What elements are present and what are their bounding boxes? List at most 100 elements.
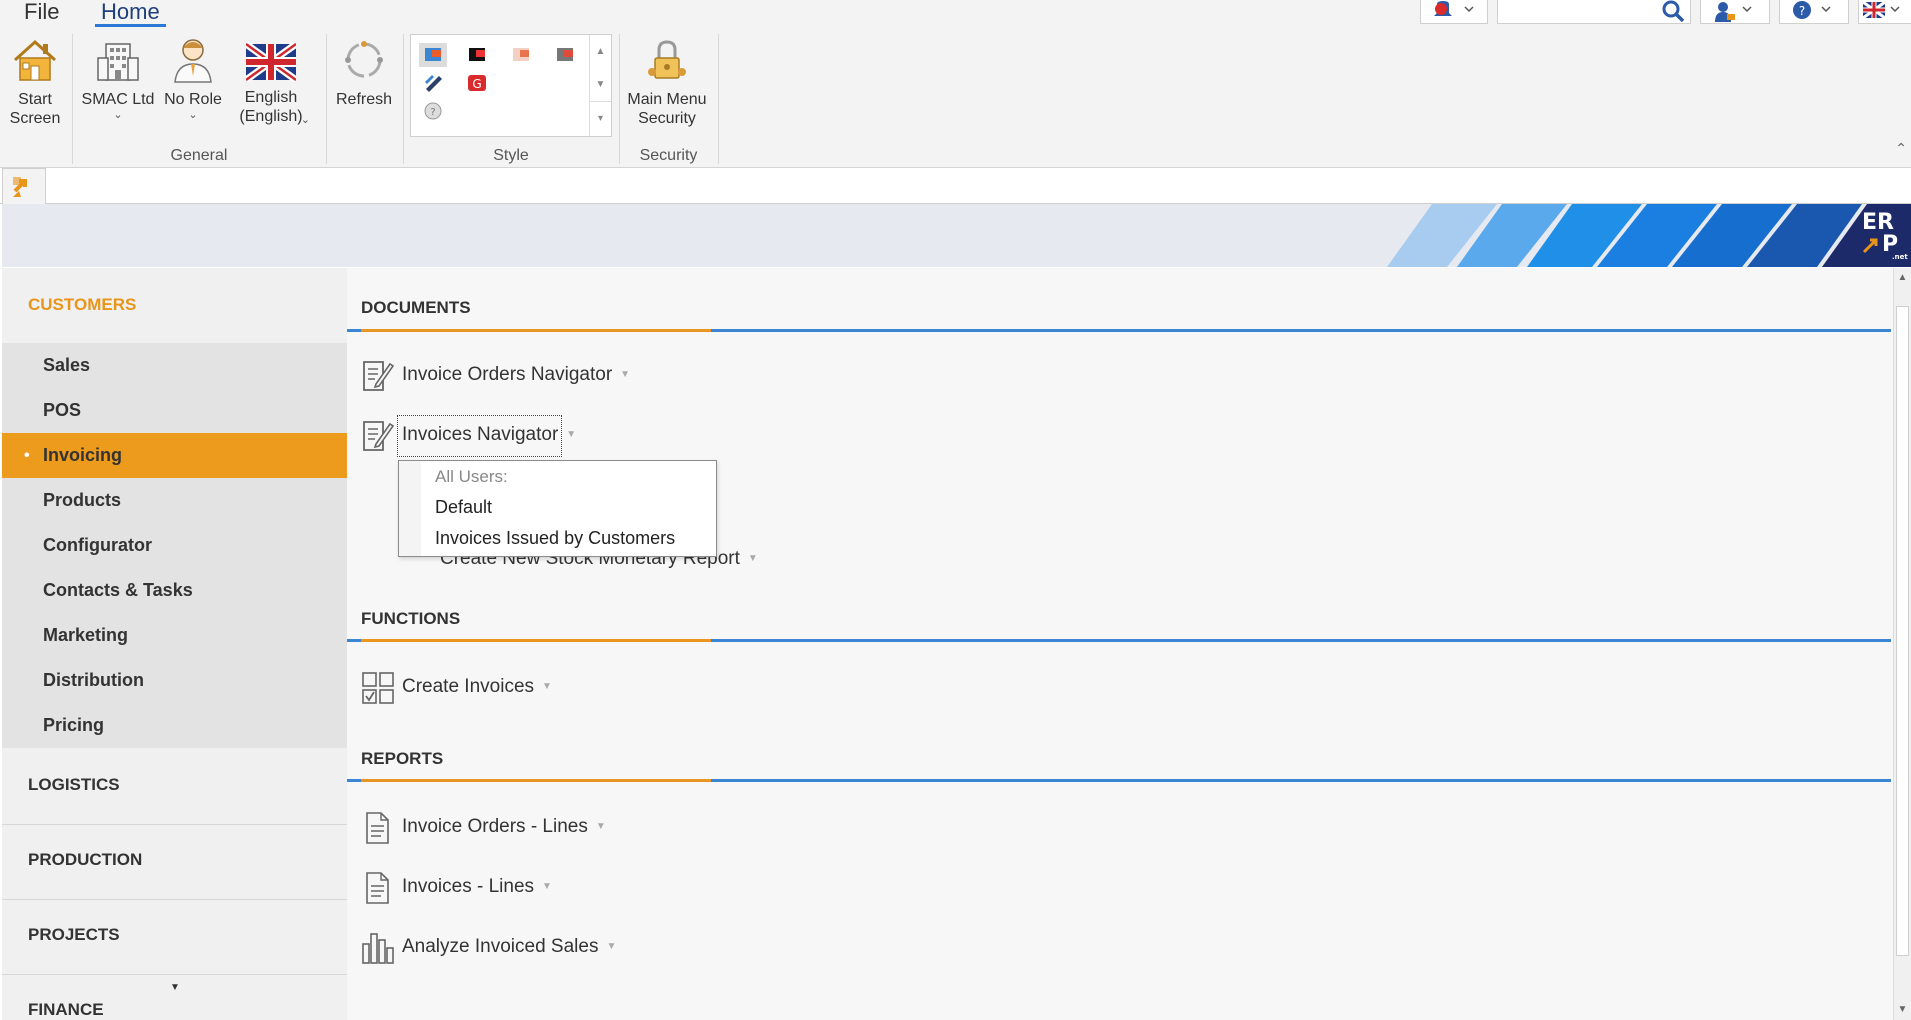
style-option[interactable] bbox=[507, 43, 535, 67]
section-rule bbox=[347, 329, 1891, 332]
sidebar-section-logistics[interactable]: LOGISTICS bbox=[2, 775, 347, 795]
sidebar-item-sales[interactable]: Sales bbox=[2, 343, 347, 388]
document-tab-strip bbox=[0, 168, 1911, 204]
style-gallery[interactable]: G ? ▲ ▼ ▾ bbox=[410, 34, 612, 137]
section-rule bbox=[347, 639, 1891, 642]
style-icon bbox=[425, 48, 441, 61]
menu-tab-home[interactable]: Home bbox=[95, 0, 166, 27]
building-icon bbox=[97, 43, 139, 81]
search-box[interactable] bbox=[1497, 0, 1691, 24]
chevron-down-icon[interactable]: ▼ bbox=[596, 821, 606, 832]
sidebar-section-production[interactable]: PRODUCTION bbox=[2, 850, 347, 870]
popup-header: All Users: bbox=[435, 467, 508, 486]
svg-text:?: ? bbox=[430, 107, 435, 118]
group-label-style: Style bbox=[493, 147, 529, 164]
checklist-grid-icon bbox=[362, 672, 394, 704]
company-button[interactable]: SMAC Ltd ⌄ bbox=[80, 36, 156, 121]
sidebar-item-marketing[interactable]: Marketing bbox=[2, 613, 347, 658]
user-icon bbox=[1715, 2, 1752, 22]
chevron-down-icon[interactable]: ▼ bbox=[620, 369, 630, 380]
help-icon: ? bbox=[1793, 1, 1831, 19]
ribbon: File Home Start Screen SMAC Ltd ⌄ No Rol… bbox=[0, 0, 1911, 168]
style-icon bbox=[469, 48, 485, 61]
sidebar-item-pos[interactable]: POS bbox=[2, 388, 347, 433]
start-tab[interactable] bbox=[2, 168, 46, 204]
chevron-down-icon[interactable]: ▼ bbox=[542, 681, 552, 692]
scroll-down-icon[interactable]: ▼ bbox=[1894, 1000, 1911, 1020]
search-input[interactable] bbox=[1502, 2, 1652, 20]
scroll-thumb[interactable] bbox=[1896, 306, 1909, 956]
refresh-icon bbox=[345, 41, 383, 78]
section-divider bbox=[2, 974, 347, 975]
chevron-down-icon: ⌄ bbox=[300, 114, 310, 126]
report-document-icon bbox=[366, 812, 389, 844]
sidebar: CUSTOMERS Sales POS Invoicing Products C… bbox=[2, 268, 347, 1020]
link-label: Invoices - Lines bbox=[402, 876, 535, 897]
notifications-button[interactable] bbox=[1420, 0, 1488, 24]
sidebar-section-projects[interactable]: PROJECTS bbox=[2, 925, 347, 945]
style-option[interactable]: ? bbox=[419, 99, 447, 123]
company-label: SMAC Ltd bbox=[81, 91, 155, 108]
sidebar-section-finance[interactable]: FINANCE bbox=[2, 1000, 347, 1020]
navigator-views-popup: All Users: Default Invoices Issued by Cu… bbox=[398, 460, 717, 557]
style-option[interactable] bbox=[419, 43, 447, 67]
language-flag-button[interactable] bbox=[1858, 0, 1911, 24]
scroll-up-icon[interactable]: ▲ bbox=[1894, 268, 1911, 288]
help-button[interactable]: ? bbox=[1779, 0, 1849, 24]
link-label: Create Invoices bbox=[402, 676, 535, 697]
ribbon-separator bbox=[619, 34, 620, 164]
style-option[interactable] bbox=[463, 43, 491, 67]
sidebar-scroll-down-icon[interactable]: ▼ bbox=[170, 982, 180, 993]
chevron-down-icon[interactable]: ▼ bbox=[542, 881, 552, 892]
ribbon-separator bbox=[72, 34, 73, 164]
style-option[interactable]: G bbox=[463, 71, 491, 95]
sidebar-sub-list: Sales POS Invoicing Products Configurato… bbox=[2, 343, 347, 748]
sidebar-section-customers[interactable]: CUSTOMERS bbox=[2, 295, 347, 315]
style-option[interactable] bbox=[551, 43, 579, 67]
section-title-documents: DOCUMENTS bbox=[361, 298, 471, 317]
style-option[interactable] bbox=[419, 71, 447, 95]
chevron-down-icon[interactable]: ▼ bbox=[748, 553, 758, 564]
sidebar-item-contacts-tasks[interactable]: Contacts & Tasks bbox=[2, 568, 347, 613]
sidebar-item-invoicing[interactable]: Invoicing bbox=[2, 433, 347, 478]
focus-outline bbox=[397, 415, 562, 457]
chevron-down-icon: ⌄ bbox=[113, 109, 123, 121]
sidebar-item-distribution[interactable]: Distribution bbox=[2, 658, 347, 703]
ribbon-separator bbox=[326, 34, 327, 164]
menu-tab-file[interactable]: File bbox=[18, 0, 65, 24]
chevron-down-icon[interactable]: ▼ bbox=[606, 941, 616, 952]
user-menu-button[interactable] bbox=[1700, 0, 1770, 24]
popup-item-default[interactable]: Default bbox=[435, 497, 492, 518]
sidebar-item-pricing[interactable]: Pricing bbox=[2, 703, 347, 748]
sidebar-item-configurator[interactable]: Configurator bbox=[2, 523, 347, 568]
link-label: Invoice Orders Navigator bbox=[402, 364, 613, 385]
gallery-expand-icon[interactable]: ▾ bbox=[590, 101, 611, 134]
logo-sub: .net bbox=[1892, 253, 1908, 261]
svg-text:G: G bbox=[472, 77, 481, 91]
style-icon bbox=[425, 75, 442, 92]
start-screen-button[interactable]: Start Screen bbox=[6, 36, 64, 128]
role-button[interactable]: No Role ⌄ bbox=[160, 36, 226, 121]
language-button[interactable]: English (English) ⌄ bbox=[230, 36, 312, 126]
banner-stripes bbox=[1387, 204, 1911, 267]
link-label: Invoice Orders - Lines bbox=[402, 816, 588, 837]
chevron-down-icon[interactable]: ▼ bbox=[566, 429, 576, 440]
ribbon-collapse-icon[interactable]: ⌃ bbox=[1895, 140, 1907, 157]
svg-text:?: ? bbox=[1799, 4, 1805, 18]
chevron-down-icon: ⌄ bbox=[188, 109, 198, 121]
gallery-scroll[interactable]: ▲ ▼ ▾ bbox=[589, 35, 611, 136]
scroll-up-icon[interactable]: ▲ bbox=[590, 35, 611, 68]
group-label-general: General bbox=[170, 147, 228, 164]
popup-gutter bbox=[399, 461, 421, 556]
scroll-down-icon[interactable]: ▼ bbox=[590, 68, 611, 101]
popup-item-invoices-issued-by-customers[interactable]: Invoices Issued by Customers bbox=[435, 528, 675, 549]
refresh-button[interactable]: Refresh bbox=[330, 36, 398, 109]
main-menu-security-button[interactable]: Main Menu Security bbox=[622, 36, 712, 128]
sidebar-item-products[interactable]: Products bbox=[2, 478, 347, 523]
start-screen-label: Start Screen bbox=[9, 91, 61, 127]
edit-document-icon bbox=[363, 421, 395, 451]
logo-arrows-icon bbox=[1862, 238, 1878, 254]
search-icon[interactable] bbox=[1660, 0, 1686, 22]
ribbon-separator bbox=[718, 34, 719, 164]
main-scrollbar[interactable]: ▲ ▼ bbox=[1893, 268, 1911, 1020]
